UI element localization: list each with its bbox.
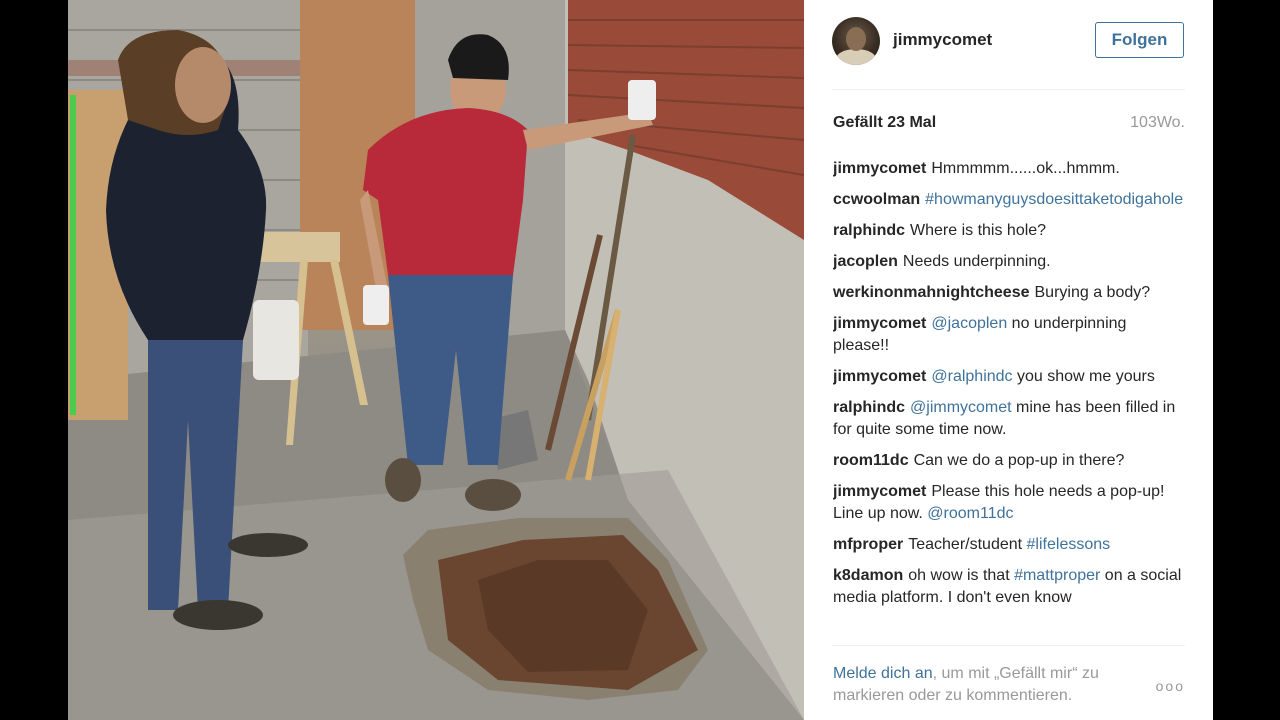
comment-item: jacoplen Needs underpinning.	[833, 251, 1186, 273]
basement-dig-photo	[68, 0, 804, 720]
login-prompt: Melde dich an, um mit „Gefällt mir“ zu m…	[833, 663, 1153, 707]
post-age[interactable]: 103Wo.	[1130, 114, 1185, 132]
comment-item: ralphindc Where is this hole?	[833, 220, 1186, 242]
comment-username[interactable]: jacoplen	[833, 253, 898, 270]
comment-username[interactable]: ralphindc	[833, 399, 905, 416]
avatar[interactable]	[832, 17, 880, 65]
comment-username[interactable]: k8damon	[833, 567, 903, 584]
comment-text: Where is this hole?	[910, 222, 1047, 239]
comment-text: Hmmmmm......ok...hmmm.	[931, 160, 1120, 177]
post-photo	[68, 0, 804, 720]
post-sidebar: jimmycomet Folgen Gefällt 23 Mal 103Wo. …	[804, 0, 1213, 720]
comment-text: Burying a body?	[1034, 284, 1151, 301]
post-username[interactable]: jimmycomet	[893, 30, 992, 50]
header-divider	[832, 89, 1185, 90]
comment-item: jimmycomet @ralphindc you show me yours	[833, 366, 1186, 388]
comment-tag-link[interactable]: #howmanyguysdoesittaketodigahole	[925, 191, 1183, 208]
comment-username[interactable]: werkinonmahnightcheese	[833, 284, 1030, 301]
comment-item: room11dc Can we do a pop-up in there?	[833, 450, 1186, 472]
comment-username[interactable]: jimmycomet	[833, 368, 926, 385]
footer-divider	[832, 645, 1185, 646]
comment-item: ralphindc @jimmycomet mine has been fille…	[833, 397, 1186, 441]
likes-count[interactable]: Gefällt 23 Mal	[833, 114, 936, 132]
comment-text: Needs underpinning.	[902, 253, 1051, 270]
comment-username[interactable]: jimmycomet	[833, 160, 926, 177]
comment-text: Teacher/student	[908, 536, 1027, 553]
comment-username[interactable]: jimmycomet	[833, 315, 926, 332]
comment-tag-link[interactable]: @jimmycomet	[910, 399, 1012, 416]
follow-button[interactable]: Folgen	[1095, 22, 1184, 58]
likes-row: Gefällt 23 Mal 103Wo.	[833, 114, 1185, 134]
comment-tag-link[interactable]: #mattproper	[1014, 567, 1100, 584]
comment-username[interactable]: room11dc	[833, 452, 909, 469]
comment-text: you show me yours	[1012, 368, 1155, 385]
comment-text: Can we do a pop-up in there?	[913, 452, 1125, 469]
comment-item: jimmycomet Please this hole needs a pop-u…	[833, 481, 1186, 525]
comment-tag-link[interactable]: @room11dc	[927, 505, 1013, 522]
comment-tag-link[interactable]: @ralphindc	[931, 368, 1012, 385]
comment-item: jimmycomet Hmmmmm......ok...hmmm.	[833, 158, 1186, 180]
comment-item: jimmycomet @jacoplen no underpinning plea…	[833, 313, 1186, 357]
comment-tag-link[interactable]: @jacoplen	[931, 315, 1007, 332]
login-link[interactable]: Melde dich an	[833, 665, 933, 682]
comment-item: ccwoolman #howmanyguysdoesittaketodigahol…	[833, 189, 1186, 211]
comment-username[interactable]: jimmycomet	[833, 483, 926, 500]
more-options-icon[interactable]: ooo	[1156, 678, 1185, 694]
comment-username[interactable]: ralphindc	[833, 222, 905, 239]
comment-item: k8damon oh wow is that #mattproper on a s…	[833, 565, 1186, 609]
comment-item: mfproper Teacher/student #lifelessons	[833, 534, 1186, 556]
comment-tag-link[interactable]: #lifelessons	[1027, 536, 1111, 553]
comment-username[interactable]: mfproper	[833, 536, 903, 553]
post-header: jimmycomet Folgen	[804, 0, 1213, 86]
comment-username[interactable]: ccwoolman	[833, 191, 920, 208]
comments-list[interactable]: jimmycomet Hmmmmm......ok...hmmm. ccwoolma…	[833, 158, 1186, 642]
comment-text: oh wow is that	[908, 567, 1015, 584]
comment-item: werkinonmahnightcheese Burying a body?	[833, 282, 1186, 304]
